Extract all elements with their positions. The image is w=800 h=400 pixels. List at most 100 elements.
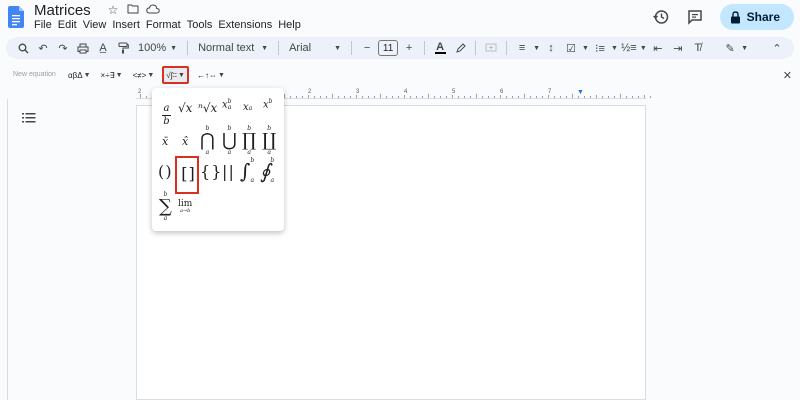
toolbar-divider	[424, 41, 426, 55]
document-outline-icon[interactable]	[22, 112, 36, 124]
ruler-tick	[602, 96, 603, 98]
ruler-tick	[380, 94, 381, 98]
increase-indent-icon[interactable]: ⇥	[669, 39, 687, 57]
ruler-number: 7	[548, 89, 552, 95]
paragraph-style-select[interactable]: Normal text ▼	[194, 42, 272, 54]
summation-symbol[interactable]: b ∑ a	[159, 192, 172, 222]
ruler-tick	[548, 95, 549, 98]
share-button[interactable]: Share	[719, 4, 794, 30]
ruler-tick	[392, 96, 393, 98]
menu-insert[interactable]: Insert	[112, 19, 146, 31]
hat-accent-symbol[interactable]: x̂	[182, 136, 188, 147]
docs-logo-icon[interactable]	[8, 6, 24, 28]
ruler-tick	[446, 96, 447, 98]
contour-integral-symbol[interactable]: ∮ ba	[260, 158, 274, 184]
superscript-symbol[interactable]: xb	[263, 99, 272, 110]
zoom-select[interactable]: 100% ▼	[134, 42, 181, 54]
parentheses-symbol[interactable]: ( )	[158, 164, 172, 180]
integral-symbol[interactable]: ∫ ba	[240, 158, 254, 184]
menu-help[interactable]: Help	[278, 19, 307, 31]
ruler-number: 3	[356, 89, 360, 95]
nth-root-symbol[interactable]: ⁿ√x	[198, 102, 217, 114]
font-value: Arial	[289, 42, 312, 54]
ruler-tick	[620, 94, 621, 98]
menu-extensions[interactable]: Extensions	[218, 19, 278, 31]
brackets-symbol[interactable]: [ ]	[175, 156, 199, 194]
union-symbol[interactable]: b ⋃ a	[222, 126, 237, 156]
checklist-icon[interactable]: ☑	[562, 39, 580, 57]
vertical-ruler[interactable]	[0, 99, 8, 400]
ruler-tick	[290, 96, 291, 98]
arrows-menu[interactable]: ←↑⇔ ▼	[195, 68, 227, 82]
indent-marker-icon[interactable]: ▼	[577, 89, 584, 96]
ruler-tick	[494, 96, 495, 98]
menu-file[interactable]: File	[34, 19, 58, 31]
ruler-number: 2	[138, 89, 142, 95]
decrease-indent-icon[interactable]: ⇤	[649, 39, 667, 57]
text-color-icon[interactable]: A	[431, 39, 449, 57]
menu-tools[interactable]: Tools	[187, 19, 219, 31]
intersection-symbol[interactable]: b ⋂ a	[200, 126, 215, 156]
new-equation-button[interactable]: New equation	[13, 71, 56, 78]
chevron-down-icon: ▼	[261, 44, 269, 52]
document-title[interactable]: Matrices	[34, 2, 91, 19]
clear-formatting-icon[interactable]: T̸	[689, 39, 707, 57]
spellcheck-icon[interactable]: A̲	[94, 39, 112, 57]
bar-accent-symbol[interactable]: x̄	[162, 136, 168, 147]
menu-format[interactable]: Format	[146, 19, 187, 31]
ruler-tick	[344, 96, 345, 98]
cloud-status-icon[interactable]	[146, 3, 160, 17]
absolute-value-symbol[interactable]: | |	[222, 164, 234, 180]
print-icon[interactable]	[74, 39, 92, 57]
ruler-tick	[476, 94, 477, 98]
ruler-tick	[362, 96, 363, 98]
ruler-tick	[464, 96, 465, 98]
menu-edit[interactable]: Edit	[58, 19, 83, 31]
coproduct-symbol[interactable]: b ∐ a	[262, 126, 276, 156]
product-symbol[interactable]: b ∏ a	[242, 126, 256, 156]
style-value: Normal text	[198, 42, 255, 54]
comments-icon[interactable]	[686, 8, 704, 26]
fraction-symbol[interactable]: ab	[162, 98, 171, 127]
toolbar-divider	[506, 41, 508, 55]
greek-letters-menu[interactable]: αβΔ ▼	[66, 68, 93, 82]
line-spacing-icon[interactable]: ↕	[542, 39, 560, 57]
font-size-input[interactable]: 11	[378, 40, 399, 56]
highlight-color-icon[interactable]	[451, 39, 469, 57]
ruler-tick	[506, 96, 507, 98]
bulleted-list-icon[interactable]: ⁝≡	[591, 39, 609, 57]
font-select[interactable]: Arial ▼	[285, 42, 345, 54]
search-menus-icon[interactable]	[14, 39, 32, 57]
misc-operations-menu[interactable]: ×÷∃ ▼	[99, 68, 125, 82]
undo-icon[interactable]: ↶	[34, 39, 52, 57]
insert-comment-icon[interactable]	[482, 39, 500, 57]
editing-mode-icon[interactable]: ✎	[721, 39, 739, 57]
ruler-number: 2	[308, 89, 312, 95]
paint-format-icon[interactable]	[114, 39, 132, 57]
relations-menu[interactable]: <≠> ▼	[131, 68, 157, 82]
subscript-symbol[interactable]: xa	[243, 103, 252, 113]
chevron-down-icon: ▼	[533, 44, 541, 52]
ruler-number: 5	[452, 89, 456, 95]
collapse-menus-icon[interactable]: ⌃	[768, 39, 786, 57]
numbered-list-icon[interactable]: ½≡	[620, 39, 638, 57]
square-root-symbol[interactable]: √x	[178, 102, 192, 114]
limit-symbol[interactable]: lim a→b	[178, 200, 192, 214]
braces-symbol[interactable]: { }	[200, 164, 222, 180]
ruler-tick	[572, 94, 573, 98]
star-icon[interactable]: ☆	[106, 3, 120, 17]
math-operations-menu[interactable]: √∫∶∶ ▼	[162, 66, 189, 84]
menu-view[interactable]: View	[83, 19, 113, 31]
version-history-icon[interactable]	[652, 8, 670, 26]
redo-icon[interactable]: ↷	[54, 39, 72, 57]
close-icon[interactable]: ✕	[783, 69, 792, 82]
ruler-tick	[368, 96, 369, 98]
increase-font-size-icon[interactable]: +	[400, 39, 418, 57]
chevron-down-icon: ▼	[178, 71, 185, 79]
ruler-tick	[326, 96, 327, 98]
decrease-font-size-icon[interactable]: −	[358, 39, 376, 57]
zoom-value: 100%	[138, 42, 167, 54]
align-icon[interactable]: ≡	[513, 39, 531, 57]
sub-superscript-symbol[interactable]: xba	[222, 99, 231, 111]
move-folder-icon[interactable]	[126, 3, 140, 17]
